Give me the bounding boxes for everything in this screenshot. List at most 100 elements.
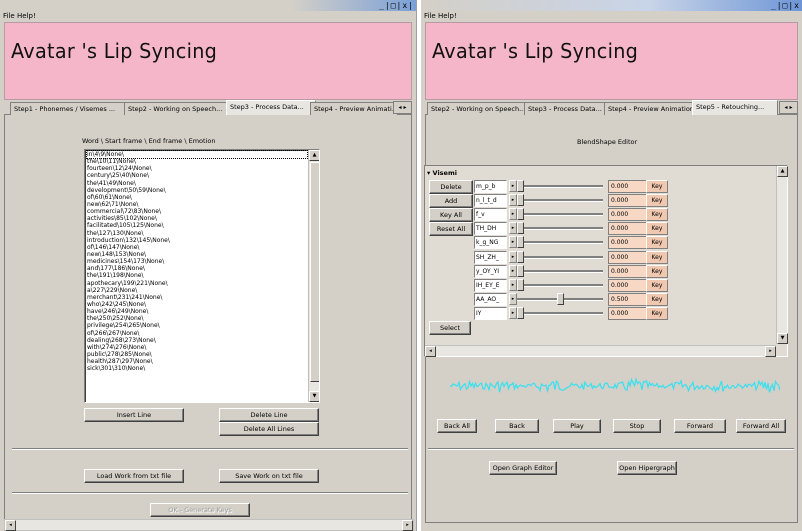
menu-help[interactable]: Help!	[17, 12, 36, 20]
blendshape-key-button[interactable]: Key	[646, 222, 668, 236]
viseme-group-header[interactable]: ▾ Visemi	[427, 169, 457, 177]
blendshape-name-field[interactable]: n_l_t_d	[474, 194, 507, 208]
save-work-button[interactable]: Save Work on txt file	[219, 469, 319, 483]
list-item[interactable]: facilitated\105\125\None\	[87, 222, 307, 229]
slider-step-icon[interactable]: ▸	[509, 194, 517, 207]
blendshape-slider-track[interactable]	[517, 255, 603, 259]
blendshape-slider-thumb[interactable]	[517, 236, 524, 249]
blendshape-slider-track[interactable]	[517, 311, 603, 315]
scroll-up-icon[interactable]: ▲	[309, 150, 319, 161]
scroll-right-icon[interactable]: ▸	[402, 520, 413, 531]
insert-line-button[interactable]: Insert Line	[84, 408, 184, 422]
open-graph-editor-button[interactable]: Open Graph Editor	[489, 461, 557, 475]
blendshape-value-field[interactable]: 0.000	[608, 208, 648, 222]
tab-step2[interactable]: Step2 - Working on Speech...	[124, 102, 232, 115]
delete-line-button[interactable]: Delete Line	[219, 408, 319, 422]
blendshape-slider-thumb[interactable]	[517, 194, 524, 207]
list-item[interactable]: activities\85\102\None\	[87, 215, 307, 222]
blendshape-slider-track[interactable]	[517, 241, 603, 245]
blendshape-slider-thumb[interactable]	[517, 222, 524, 235]
scroll-down-icon[interactable]: ▼	[777, 333, 788, 344]
slider-step-icon[interactable]: ▸	[509, 306, 517, 319]
list-item[interactable]: in\4\9\None\	[86, 150, 308, 160]
blendshape-slider-track[interactable]	[517, 269, 603, 273]
menu-help[interactable]: Help!	[438, 12, 457, 20]
open-hypergraph-button[interactable]: Open Hipergraph	[617, 461, 677, 475]
list-item[interactable]: health\287\297\None\	[87, 358, 307, 365]
blendshape-key-button[interactable]: Key	[646, 278, 668, 292]
blendshape-key-button[interactable]: Key	[646, 208, 668, 222]
blendshape-name-field[interactable]: f_v	[474, 208, 507, 222]
list-item[interactable]: the\10\11\None\	[87, 158, 307, 165]
tab-step5[interactable]: Step5 - Retouching...	[692, 100, 778, 115]
list-item[interactable]: commercial\72\83\None\	[87, 208, 307, 215]
play-button[interactable]: Play	[553, 419, 601, 433]
scroll-thumb[interactable]	[310, 162, 319, 382]
blendshape-name-field[interactable]: k_g_NG	[474, 236, 507, 250]
list-item[interactable]: merchant\231\241\None\	[87, 294, 307, 301]
slider-step-icon[interactable]: ▸	[509, 236, 517, 249]
blendshape-value-field[interactable]: 0.000	[608, 236, 648, 250]
list-item[interactable]: introduction\132\145\None\	[87, 237, 307, 244]
blendshape-value-field[interactable]: 0.000	[608, 250, 648, 264]
blendshape-key-button[interactable]: Key	[646, 194, 668, 208]
blendshape-value-field[interactable]: 0.000	[608, 264, 648, 278]
blendshape-name-field[interactable]: IY	[474, 306, 507, 320]
blendshape-value-field[interactable]: 0.000	[608, 222, 648, 236]
blendshape-slider-track[interactable]	[517, 213, 603, 217]
list-item[interactable]: and\177\186\None\	[87, 265, 307, 272]
blendshape-slider-thumb[interactable]	[517, 250, 524, 263]
list-item[interactable]: of\60\61\None\	[87, 194, 307, 201]
slider-step-icon[interactable]: ▸	[509, 250, 517, 263]
list-item[interactable]: development\50\59\None\	[87, 187, 307, 194]
blendshape-slider-track[interactable]	[517, 199, 603, 203]
list-item[interactable]: the\41\49\None\	[87, 180, 307, 187]
blendshape-slider-track[interactable]	[517, 227, 603, 231]
word-list-scrollbar[interactable]: ▲ ▼	[308, 150, 319, 402]
blendshape-name-field[interactable]: IH_EY_E	[474, 278, 507, 292]
blendshape-value-field[interactable]: 0.000	[608, 278, 648, 292]
list-item[interactable]: new\148\153\None\	[87, 251, 307, 258]
ok-generate-keys-button[interactable]: OK - Generate Keys	[150, 503, 250, 517]
tab-scroll-arrows[interactable]: ◂ ▸	[779, 101, 798, 114]
blendshape-slider-track[interactable]	[517, 283, 603, 287]
list-item[interactable]: the\191\198\None\	[87, 272, 307, 279]
list-item[interactable]: new\62\71\None\	[87, 201, 307, 208]
list-item[interactable]: with\274\276\None\	[87, 344, 307, 351]
list-item[interactable]: sick\301\310\None\	[87, 365, 307, 372]
slider-step-icon[interactable]: ▸	[509, 278, 517, 291]
blendshape-key-button[interactable]: Key	[646, 236, 668, 250]
back-all-button[interactable]: Back All	[437, 419, 477, 433]
stop-button[interactable]: Stop	[613, 419, 661, 433]
scroll-up-icon[interactable]: ▲	[777, 166, 788, 177]
list-item[interactable]: century\25\40\None\	[87, 172, 307, 179]
tab-step4[interactable]: Step4 - Preview Animati...	[310, 102, 398, 115]
forward-all-button[interactable]: Forward All	[736, 419, 786, 433]
blendshape-slider-thumb[interactable]	[517, 278, 524, 291]
editor-horizontal-scrollbar[interactable]: ◂ ▸	[425, 345, 776, 357]
list-item[interactable]: apothecary\199\221\None\	[87, 280, 307, 287]
blendshape-value-field[interactable]: 0.000	[608, 306, 648, 320]
menu-file[interactable]: File	[424, 12, 436, 20]
tab-step4[interactable]: Step4 - Preview Animation...	[604, 102, 698, 115]
scroll-down-icon[interactable]: ▼	[309, 391, 319, 402]
blendshape-key-button[interactable]: Key	[646, 180, 668, 193]
load-work-button[interactable]: Load Work from txt file	[84, 469, 184, 483]
blendshape-key-button[interactable]: Key	[646, 264, 668, 278]
slider-step-icon[interactable]: ▸	[509, 264, 517, 277]
tab-step2[interactable]: Step2 - Working on Speech...	[427, 102, 530, 115]
tab-step1[interactable]: Step1 - Phonemes / Visemes ...	[10, 102, 130, 115]
blendshape-name-field[interactable]: SH_ZH_	[474, 250, 507, 264]
word-list[interactable]: in\4\9\None\ the\10\11\None\ fourteen\12\2…	[84, 149, 320, 403]
left-window-controls[interactable]: _|□|x|	[379, 1, 414, 10]
list-item[interactable]: dealing\268\273\None\	[87, 337, 307, 344]
list-item[interactable]: fourteen\12\24\None\	[87, 165, 307, 172]
tab-scroll-arrows[interactable]: ◂ ▸	[393, 101, 412, 114]
list-item[interactable]: of\266\267\None\	[87, 330, 307, 337]
list-item[interactable]: a\227\229\None\	[87, 287, 307, 294]
blendshape-name-field[interactable]: TH_DH	[474, 222, 507, 236]
editor-vertical-scrollbar[interactable]: ▲ ▼	[776, 166, 788, 344]
list-item[interactable]: who\242\245\None\	[87, 301, 307, 308]
list-item[interactable]: public\278\285\None\	[87, 351, 307, 358]
blendshape-value-field[interactable]: 0.500	[608, 292, 648, 306]
